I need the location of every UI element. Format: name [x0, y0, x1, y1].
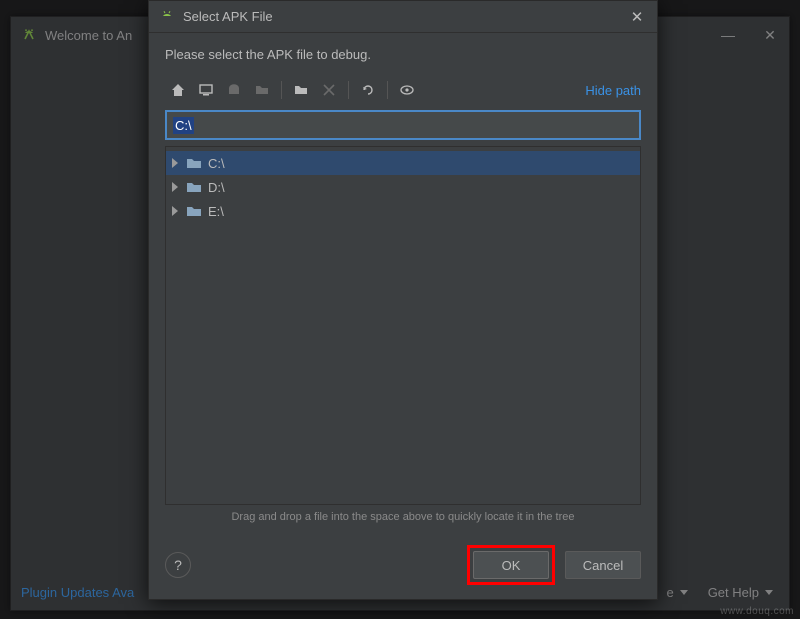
- drive-tree[interactable]: C:\ D:\ E:\: [165, 146, 641, 505]
- module-button: [221, 78, 247, 102]
- module-icon: [226, 82, 242, 98]
- help-icon: ?: [174, 557, 182, 573]
- tree-row-c[interactable]: C:\: [166, 151, 640, 175]
- tree-row-label: C:\: [208, 156, 225, 171]
- close-button[interactable]: ✕: [761, 27, 779, 44]
- expand-arrow-icon[interactable]: [172, 182, 178, 192]
- drive-folder-icon: [186, 204, 202, 218]
- drag-hint: Drag and drop a file into the space abov…: [165, 511, 641, 523]
- minimize-button[interactable]: —: [719, 27, 737, 44]
- tree-row-label: E:\: [208, 204, 224, 219]
- new-folder-button[interactable]: +: [288, 78, 314, 102]
- show-hidden-icon: [399, 82, 415, 98]
- ok-button[interactable]: OK: [473, 551, 549, 579]
- toolbar-separator: [348, 81, 349, 99]
- desktop-button[interactable]: [193, 78, 219, 102]
- project-folder-icon: [254, 82, 270, 98]
- svg-text:+: +: [304, 83, 308, 90]
- refresh-icon: [360, 82, 376, 98]
- android-studio-icon: [21, 27, 37, 43]
- footer-item-partial-label: e: [666, 585, 673, 600]
- drive-folder-icon: [186, 180, 202, 194]
- desktop-icon: [198, 82, 214, 98]
- dialog-button-bar: ? OK Cancel: [149, 535, 657, 599]
- cancel-button[interactable]: Cancel: [565, 551, 641, 579]
- watermark: www.douq.com: [720, 606, 794, 617]
- show-hidden-button[interactable]: [394, 78, 420, 102]
- tree-row-d[interactable]: D:\: [166, 175, 640, 199]
- plugin-updates-link[interactable]: Plugin Updates Ava: [21, 585, 134, 600]
- file-toolbar: + Hide path: [165, 78, 641, 102]
- expand-arrow-icon[interactable]: [172, 158, 178, 168]
- path-input-wrapper[interactable]: C:\: [165, 110, 641, 140]
- dialog-body: Please select the APK file to debug. +: [149, 33, 657, 535]
- refresh-button[interactable]: [355, 78, 381, 102]
- footer-item-get-help-label: Get Help: [708, 585, 759, 600]
- dialog-prompt: Please select the APK file to debug.: [165, 47, 641, 62]
- tree-row-e[interactable]: E:\: [166, 199, 640, 223]
- home-icon: [170, 82, 186, 98]
- delete-icon: [322, 83, 336, 97]
- chevron-down-icon: [765, 590, 773, 595]
- toolbar-separator: [281, 81, 282, 99]
- chevron-down-icon: [680, 590, 688, 595]
- help-button[interactable]: ?: [165, 552, 191, 578]
- tree-row-label: D:\: [208, 180, 225, 195]
- new-folder-icon: +: [293, 82, 309, 98]
- path-input[interactable]: C:\: [173, 117, 194, 134]
- footer-item-get-help[interactable]: Get Help: [708, 585, 773, 600]
- expand-arrow-icon[interactable]: [172, 206, 178, 216]
- window-controls: — ✕: [719, 27, 779, 44]
- toolbar-separator: [387, 81, 388, 99]
- ok-highlight-annotation: OK: [467, 545, 555, 585]
- dialog-titlebar: Select APK File ✕: [149, 1, 657, 33]
- welcome-footer-menu: e Get Help: [666, 585, 773, 600]
- android-icon: [159, 9, 175, 25]
- footer-item-partial[interactable]: e: [666, 585, 687, 600]
- dialog-close-button[interactable]: ✕: [627, 8, 647, 26]
- project-folder-button: [249, 78, 275, 102]
- hide-path-link[interactable]: Hide path: [585, 83, 641, 98]
- dialog-title: Select APK File: [183, 9, 627, 24]
- select-apk-dialog: Select APK File ✕ Please select the APK …: [148, 0, 658, 600]
- drive-folder-icon: [186, 156, 202, 170]
- home-button[interactable]: [165, 78, 191, 102]
- delete-button: [316, 78, 342, 102]
